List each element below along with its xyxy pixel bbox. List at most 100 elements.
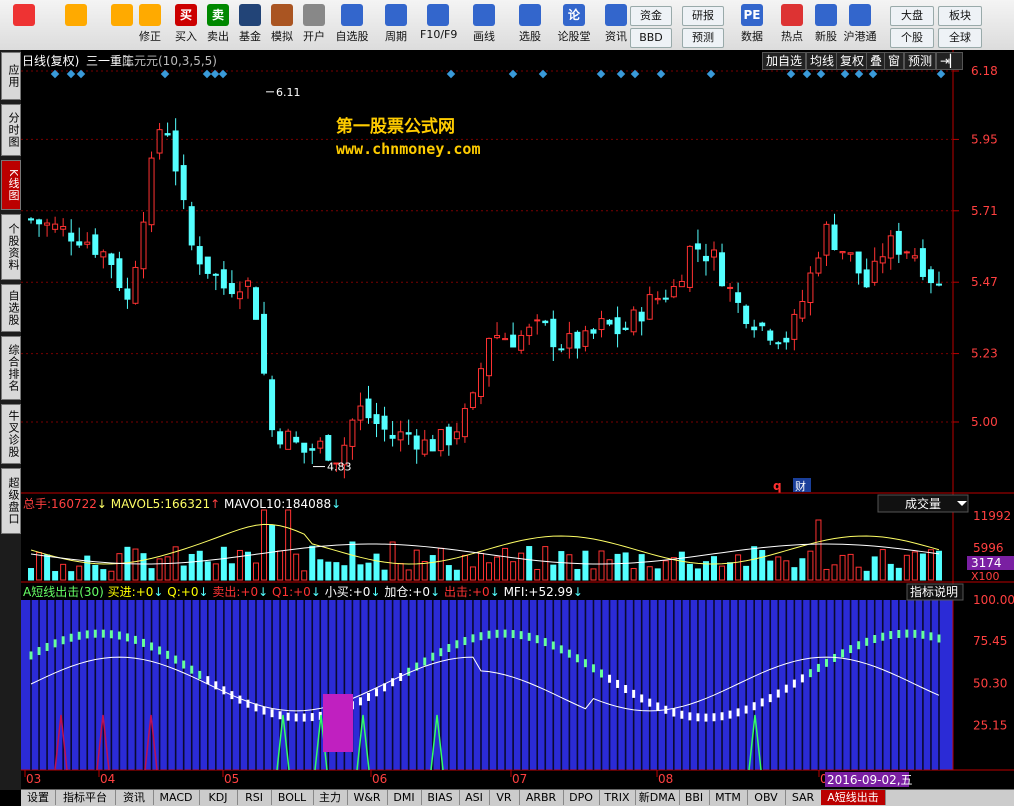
toolbar-button-7[interactable]: 模拟 (264, 2, 300, 48)
date-cursor-label: 2016-09-02,五 (827, 773, 913, 787)
header-button-6[interactable]: ⇥▏ (936, 52, 964, 70)
bottom-tab-13[interactable]: ARBR (519, 790, 564, 805)
toolbar-button-8[interactable]: 开户 (296, 2, 332, 48)
volume-bar (694, 568, 701, 581)
indicator-item-value: +0 (240, 585, 258, 599)
toolbar-button-3[interactable]: 修正 (132, 2, 168, 48)
bottom-tab-7[interactable]: 主力 (313, 790, 348, 805)
sidebar-item-0[interactable]: 应用 (1, 52, 21, 100)
sidebar-item-2[interactable]: K线图 (1, 160, 21, 210)
forum-icon: 论 (563, 4, 585, 26)
candle (461, 403, 468, 443)
bbd-button[interactable]: BBD (630, 28, 672, 48)
bottom-tab-0[interactable]: 设置 (21, 790, 56, 805)
volume-arrow: ↓ (97, 497, 111, 511)
period-label: 日线(复权) (22, 54, 80, 68)
toolbar-button-15[interactable]: 资讯 (598, 2, 634, 48)
bottom-tab-11[interactable]: ASI (459, 790, 490, 805)
header-button-5[interactable]: 预测 (904, 52, 937, 70)
volume-bar (429, 555, 436, 581)
sidebar-item-6[interactable]: 牛叉诊股 (1, 404, 21, 464)
toolbar-button-6[interactable]: 基金 (232, 2, 268, 48)
bottom-tab-8[interactable]: W&R (347, 790, 388, 805)
volume-bar (518, 552, 525, 581)
bottom-tab-18[interactable]: MTM (709, 790, 748, 805)
volume-value: 184088 (285, 497, 331, 511)
volume-bar (68, 571, 75, 581)
finance-marker: 财 (795, 479, 806, 493)
bottom-tab-20[interactable]: SAR (785, 790, 822, 805)
toolbar-button-0[interactable] (6, 2, 42, 48)
toolbar-button-17[interactable]: 热点 (774, 2, 810, 48)
hk-icon (849, 4, 871, 26)
lock-icon (303, 4, 325, 26)
bottom-tab-19[interactable]: OBV (747, 790, 786, 805)
forecast-button[interactable]: 预测 (682, 28, 724, 48)
toolbar-button-12[interactable]: 画线 (466, 2, 502, 48)
fund-icon (239, 4, 261, 26)
toolbar-button-16[interactable]: PE 数据 (734, 2, 770, 48)
chart-area[interactable]: 6.18 5.95 5.71 5.47 5.23 5.00 6.11 4.83 q 财总手:160… (21, 50, 1014, 790)
kline-chart[interactable]: 6.18 5.95 5.71 5.47 5.23 5.00 6.11 4.83 q 财总手:160… (21, 50, 1014, 790)
stock-button[interactable]: 个股 (890, 28, 934, 48)
bottom-tab-4[interactable]: KDJ (199, 790, 238, 805)
toolbar-label-12: 画线 (473, 30, 495, 43)
volume-bar (445, 565, 452, 581)
toolbar-label-11: F10/F9 (420, 28, 458, 41)
header-button-3[interactable]: 叠 (866, 52, 887, 70)
toolbar-button-1[interactable] (58, 2, 94, 48)
funds-button[interactable]: 资金 (630, 6, 672, 26)
volume-bar (871, 556, 878, 581)
toolbar-button-18[interactable]: 新股 (808, 2, 844, 48)
bottom-tab-14[interactable]: DPO (563, 790, 600, 805)
sidebar-item-4[interactable]: 自选股 (1, 284, 21, 332)
toolbar-button-5[interactable]: 卖卖出 (200, 2, 236, 48)
bottom-tab-3[interactable]: MACD (153, 790, 200, 805)
bottom-tab-2[interactable]: 资讯 (115, 790, 154, 805)
toolbar-button-10[interactable]: 周期 (378, 2, 414, 48)
bottom-tab-5[interactable]: RSI (237, 790, 272, 805)
header-button-0[interactable]: 加自选 (762, 52, 807, 70)
indicator-background (21, 600, 953, 770)
volume-bar (791, 567, 798, 581)
sidebar-item-3[interactable]: 个股资料 (1, 214, 21, 280)
toolbar-button-13[interactable]: 选股 (512, 2, 548, 48)
bottom-tab-9[interactable]: DMI (387, 790, 422, 805)
bottom-tab-6[interactable]: BOLL (271, 790, 314, 805)
volume-bar (52, 571, 59, 581)
volume-bar (397, 562, 404, 581)
toolbar-button-4[interactable]: 买买入 (168, 2, 204, 48)
bottom-tab-12[interactable]: VR (489, 790, 520, 805)
volume-arrow: ↓ (331, 497, 341, 511)
volume-bar (261, 509, 268, 581)
bottom-tab-17[interactable]: BBI (679, 790, 710, 805)
toolbar-button-14[interactable]: 论论股堂 (556, 2, 592, 48)
toolbar-button-9[interactable]: 自选股 (334, 2, 370, 48)
toolbar-button-19[interactable]: 沪港通 (842, 2, 878, 48)
volume-bar (903, 554, 910, 581)
sidebar-item-1[interactable]: 分时图 (1, 104, 21, 156)
bottom-tab-1[interactable]: 指标平台 (55, 790, 116, 805)
sector-button[interactable]: 板块 (938, 6, 982, 26)
header-button-2[interactable]: 复权 (836, 52, 869, 70)
research-button[interactable]: 研报 (682, 6, 724, 26)
market-button[interactable]: 大盘 (890, 6, 934, 26)
volume-bar (188, 553, 195, 581)
candle (188, 201, 195, 251)
bottom-tab-15[interactable]: TRIX (599, 790, 636, 805)
signal-highlight (323, 694, 353, 752)
toolbar-label-6: 基金 (239, 30, 261, 43)
sidebar-item-7[interactable]: 超级盘口 (1, 468, 21, 534)
volume-bar (477, 552, 484, 581)
volume-bar (558, 551, 565, 581)
global-button[interactable]: 全球 (938, 28, 982, 48)
indicator-arrow: ↓ (430, 585, 444, 599)
header-button-4[interactable]: 窗 (884, 52, 905, 70)
bottom-tab-21[interactable]: A短线出击 (821, 790, 886, 805)
volume-bar (855, 566, 862, 581)
header-button-1[interactable]: 均线 (806, 52, 839, 70)
bottom-tab-10[interactable]: BIAS (421, 790, 460, 805)
toolbar-button-11[interactable]: F10/F9 (420, 2, 458, 48)
sidebar-item-5[interactable]: 综合排名 (1, 336, 21, 400)
bottom-tab-16[interactable]: 新DMA (635, 790, 680, 805)
